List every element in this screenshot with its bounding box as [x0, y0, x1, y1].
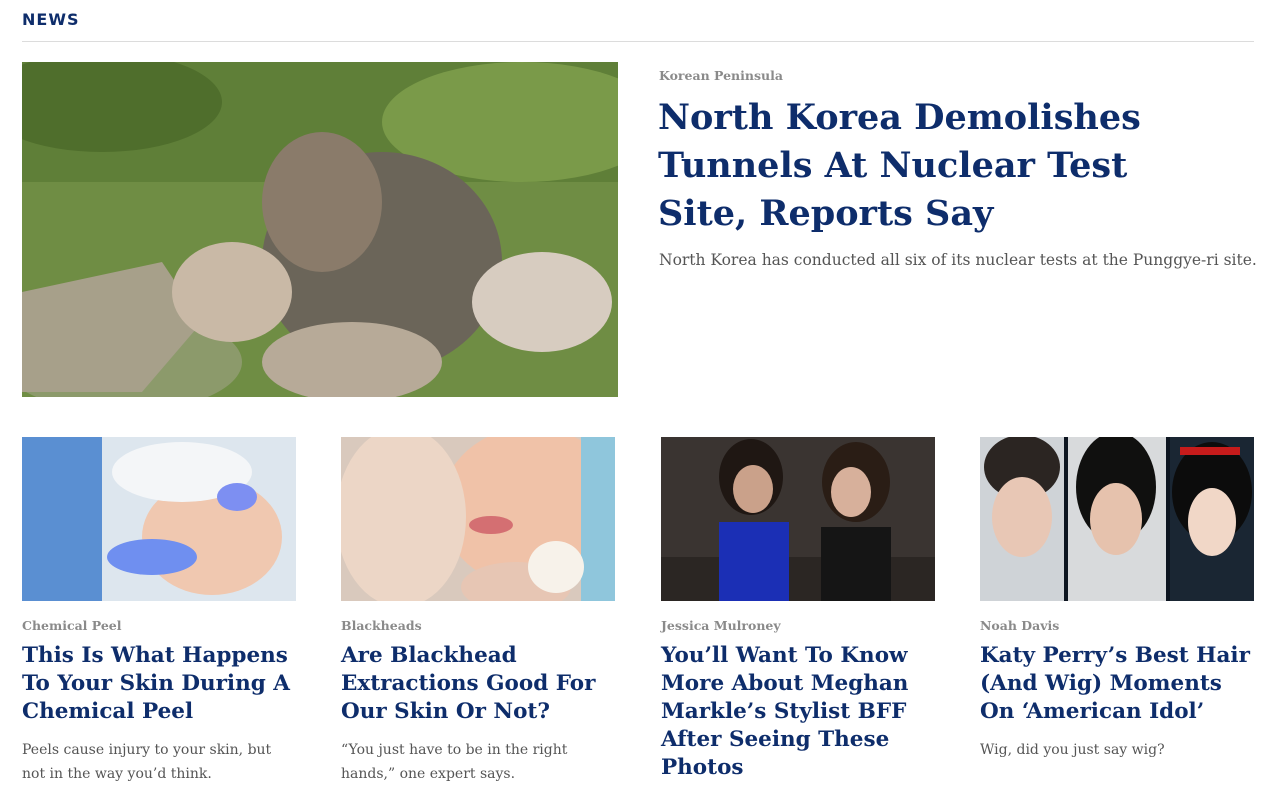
story-image[interactable] [980, 437, 1254, 601]
story-kicker[interactable]: Noah Davis [980, 618, 1255, 633]
featured-kicker[interactable]: Korean Peninsula [659, 68, 783, 83]
story-card[interactable]: Noah Davis Katy Perry’s Best Hair (And W… [980, 437, 1255, 762]
story-description: Wig, did you just say wig? [980, 742, 1165, 758]
story-kicker[interactable]: Jessica Mulroney [661, 618, 936, 633]
katy-perry-hair-photo [980, 437, 1254, 601]
story-description: Peels cause injury to your skin, but not… [22, 742, 272, 782]
featured-description: North Korea has conducted all six of its… [659, 251, 1257, 269]
story-kicker[interactable]: Chemical Peel [22, 618, 297, 633]
story-image[interactable] [22, 437, 296, 601]
story-headline[interactable]: You’ll Want To Know More About Meghan Ma… [661, 642, 936, 782]
chemical-peel-photo [22, 437, 296, 601]
story-image[interactable] [341, 437, 615, 601]
story-headline[interactable]: Are Blackhead Extractions Good For Our S… [341, 642, 616, 726]
story-description: “You just have to be in the right hands,… [341, 742, 568, 782]
story-card[interactable]: Blackheads Are Blackhead Extractions Goo… [341, 437, 616, 786]
story-headline[interactable]: This Is What Happens To Your Skin During… [22, 642, 297, 726]
section-divider [22, 41, 1254, 42]
section-title: NEWS [22, 10, 80, 29]
explosion-photo [22, 62, 618, 397]
meghan-markle-stylist-photo [661, 437, 935, 601]
story-card[interactable]: Chemical Peel This Is What Happens To Yo… [22, 437, 297, 786]
story-headline[interactable]: Katy Perry’s Best Hair (And Wig) Moments… [980, 642, 1255, 726]
story-image[interactable] [661, 437, 935, 601]
story-card[interactable]: Jessica Mulroney You’ll Want To Know Mor… [661, 437, 936, 782]
featured-headline[interactable]: North Korea Demolishes Tunnels At Nuclea… [658, 94, 1218, 238]
blackhead-extraction-photo [341, 437, 615, 601]
featured-image[interactable] [22, 62, 618, 397]
story-kicker[interactable]: Blackheads [341, 618, 616, 633]
